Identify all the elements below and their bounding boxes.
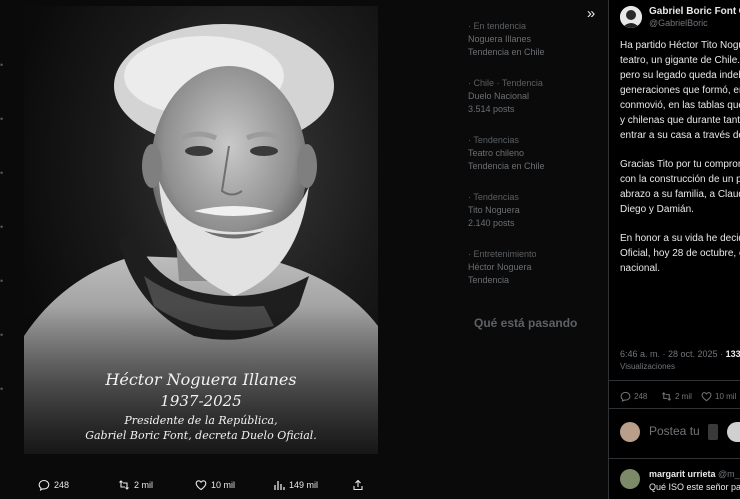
panel-repost-button[interactable]: 2 mil bbox=[661, 391, 692, 402]
tweet-paragraph: En honor a su vida he decidido decretar … bbox=[620, 233, 740, 274]
like-button[interactable]: 10 mil bbox=[195, 479, 235, 491]
trend-item: · Tendencias Tito Noguera 2.140 posts bbox=[468, 192, 520, 228]
whats-happening-title: Qué está pasando bbox=[474, 316, 578, 330]
author-name[interactable]: Gabriel Boric Font bbox=[649, 6, 740, 17]
heart-icon bbox=[701, 392, 712, 402]
views-total: 133 bbox=[725, 349, 740, 359]
repost-count: 2 mil bbox=[134, 480, 154, 490]
reply-input[interactable]: Postea tu bbox=[649, 424, 700, 438]
divider bbox=[609, 408, 740, 409]
tweet-paragraph: Ha partido Héctor Tito Noguera, gigante … bbox=[620, 40, 740, 141]
trend-item: · En tendencia Noguera Illanes Tendencia… bbox=[468, 21, 545, 57]
photo-action-bar: 248 2 mil 10 mil 149 mil bbox=[0, 474, 608, 499]
author-handle[interactable]: @GabrielBoric bbox=[649, 18, 708, 28]
comment-author[interactable]: margarit urrieta @m_u bbox=[649, 469, 740, 479]
tweet-panel: Gabriel Boric Font @GabrielBoric Ha part… bbox=[608, 0, 740, 499]
comment-text: Qué ISO este señor pa bbox=[649, 482, 740, 492]
reply-icon bbox=[38, 479, 50, 491]
heart-icon bbox=[195, 480, 207, 491]
tweet-paragraph: Gracias Tito por tu compromiso con la cu… bbox=[620, 159, 740, 215]
divider bbox=[609, 458, 740, 459]
caption-years: 1937-2025 bbox=[160, 392, 242, 410]
background-trends: · En tendencia Noguera Illanes Tendencia… bbox=[468, 20, 608, 348]
views-count: 149 mil bbox=[289, 480, 319, 490]
panel-reply-button[interactable]: 248 bbox=[620, 391, 647, 402]
reply-count: 248 bbox=[54, 480, 70, 490]
trend-item: · Entretenimiento Héctor Noguera Tendenc… bbox=[468, 249, 537, 285]
views-icon bbox=[274, 481, 285, 490]
views-button[interactable]: 149 mil bbox=[273, 479, 318, 491]
caption-name: Héctor Noguera Illanes bbox=[105, 370, 297, 389]
tweet-timestamp: 6:46 a. m. · 28 oct. 2025 · 133 bbox=[620, 349, 740, 359]
expand-icon[interactable]: » bbox=[583, 6, 599, 22]
views-label: Visualizaciones bbox=[620, 362, 675, 371]
share-button[interactable] bbox=[352, 479, 364, 491]
tweet-text: Ha partido Héctor Tito Noguera, gigante … bbox=[620, 38, 740, 290]
panel-like-button[interactable]: 10 mil bbox=[701, 391, 736, 402]
avatar-icon bbox=[620, 6, 642, 28]
repost-button[interactable]: 2 mil bbox=[118, 479, 153, 491]
divider bbox=[609, 380, 740, 381]
comment-avatar[interactable] bbox=[620, 469, 640, 489]
repost-icon bbox=[662, 392, 671, 401]
reply-submit-button[interactable] bbox=[727, 422, 740, 442]
avatar[interactable] bbox=[620, 6, 642, 28]
like-count: 10 mil bbox=[211, 480, 236, 490]
reply-icon bbox=[620, 391, 631, 402]
share-icon bbox=[353, 479, 363, 491]
reply-avatar bbox=[620, 422, 640, 442]
repost-icon bbox=[119, 480, 129, 490]
media-icon[interactable] bbox=[708, 424, 718, 440]
caption-line-1: Presidente de la República, bbox=[124, 414, 278, 427]
memorial-photo: Héctor Noguera Illanes 1937-2025 Preside… bbox=[24, 6, 378, 454]
background-nav: • • • • • • • bbox=[0, 60, 4, 394]
caption-line-2: Gabriel Boric Font, decreta Duelo Oficia… bbox=[85, 429, 317, 442]
reply-button[interactable]: 248 bbox=[38, 479, 69, 491]
trend-item: · Tendencias Teatro chileno Tendencia en… bbox=[468, 135, 545, 171]
trend-item: · Chile · Tendencia Duelo Nacional 3.514… bbox=[468, 78, 543, 114]
